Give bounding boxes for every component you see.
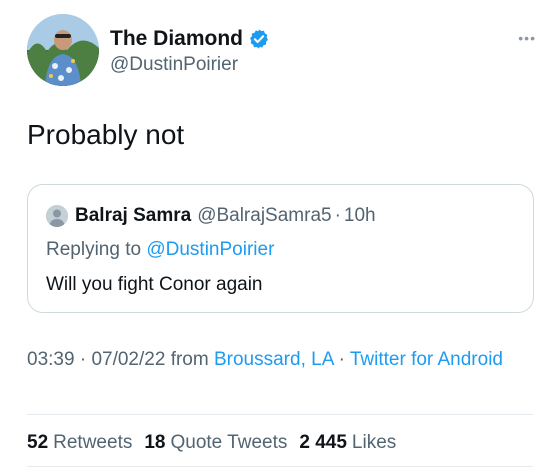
meta-separator: ·: [79, 349, 87, 370]
likes-stat[interactable]: 2 445 Likes: [299, 432, 396, 454]
more-horizontal-icon[interactable]: •••: [518, 30, 536, 46]
quoted-tweet-header: Balraj Samra @BalrajSamra5 · 10h: [75, 205, 376, 227]
from-label: from: [170, 349, 209, 370]
author-name-row[interactable]: The Diamond: [110, 27, 270, 51]
quote-tweets-label: Quote Tweets: [170, 432, 288, 453]
quoted-author-handle: @BalrajSamra5: [197, 205, 332, 226]
quoted-replying-to: Replying to @DustinPoirier: [46, 239, 274, 261]
meta-separator-2: ·: [338, 349, 345, 370]
retweets-label: Retweets: [53, 432, 133, 453]
author-handle[interactable]: @DustinPoirier: [110, 54, 238, 76]
divider-bottom: [27, 466, 533, 467]
divider: [27, 414, 533, 415]
likes-count: 2 445: [299, 432, 347, 453]
tweet-time[interactable]: 03:39: [27, 349, 75, 370]
retweets-count: 52: [27, 432, 49, 453]
quote-tweets-count: 18: [144, 432, 166, 453]
tweet-date[interactable]: 07/02/22: [91, 349, 165, 370]
verified-badge-icon: [248, 28, 270, 50]
engagement-stats: 52 Retweets 18 Quote Tweets 2 445 Likes: [27, 432, 408, 454]
quoted-separator: ·: [334, 205, 341, 226]
avatar-photo: [27, 14, 99, 86]
replying-to-mention-link[interactable]: @DustinPoirier: [146, 239, 274, 260]
quoted-tweet-text: Will you fight Conor again: [46, 274, 263, 295]
quoted-time: 10h: [343, 205, 376, 226]
client-link[interactable]: Twitter for Android: [350, 349, 503, 370]
replying-to-label: Replying to: [46, 239, 142, 260]
likes-label: Likes: [351, 432, 397, 453]
tweet-detail: The Diamond @DustinPoirier ••• Probably …: [0, 0, 560, 471]
author-avatar[interactable]: [27, 14, 99, 86]
quoted-author-avatar-icon: [46, 205, 68, 227]
location-link[interactable]: Broussard, LA: [214, 349, 333, 370]
quoted-author-name: Balraj Samra: [75, 205, 192, 226]
tweet-text: Probably not: [27, 119, 185, 150]
author-display-name[interactable]: The Diamond: [110, 27, 243, 51]
retweets-stat[interactable]: 52 Retweets: [27, 432, 132, 454]
tweet-meta: 03:39 · 07/02/22 from Broussard, LA · Tw…: [27, 346, 527, 373]
quote-tweets-stat[interactable]: 18 Quote Tweets: [144, 432, 287, 454]
quoted-tweet-card[interactable]: Balraj Samra @BalrajSamra5 · 10h Replyin…: [27, 184, 534, 313]
